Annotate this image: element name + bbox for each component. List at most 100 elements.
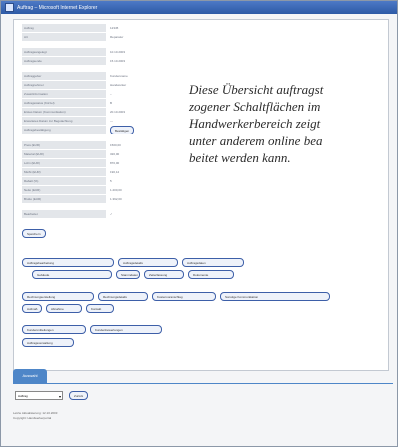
button-row-6: Auftragsverwaltung xyxy=(22,338,74,347)
browser-icon xyxy=(5,3,14,12)
field-label: Zusatzinformation xyxy=(22,90,106,98)
field-row: Auftragsangelegt 10.10.2003 xyxy=(22,48,172,56)
field-row: Lohn (EUR) 870,00 xyxy=(22,159,172,167)
confirm-button[interactable]: Bestätigen xyxy=(110,126,135,134)
button-row-2: Gebäude Stammdaten Zeiterfassung Dokumen… xyxy=(32,270,234,279)
field-row: Auftragsstatus (Kürzel) B xyxy=(22,99,172,107)
field-label: Rabatt (%) xyxy=(22,177,106,185)
field-label: Material (EUR) xyxy=(22,150,106,158)
action-button[interactable]: Gebäude xyxy=(32,270,112,279)
field-value: 320,00 xyxy=(110,152,120,156)
action-button[interactable]: Rechnungserstellung xyxy=(22,292,94,301)
field-label: Bearbeitet xyxy=(22,210,106,218)
title-bar: Auftrag – Microsoft Internet Explorer xyxy=(1,1,397,14)
caption-line: Handwerkerbereich zeigt xyxy=(189,116,321,131)
field-label: Auftraggeber xyxy=(22,72,106,80)
action-button[interactable]: Auftragsbearbeitung xyxy=(22,258,114,267)
field-row: Material (EUR) 320,00 xyxy=(22,150,172,158)
field-label: Auftrag xyxy=(22,24,106,32)
field-value: – xyxy=(110,92,112,96)
field-value: Reparatur xyxy=(110,35,124,39)
field-value: Bestätigen xyxy=(106,126,172,134)
field-label: Auftragsangelegt xyxy=(22,48,106,56)
field-row: Zusatzinformation – xyxy=(22,90,172,98)
description-caption: Diese Übersicht auftragst zogener Schalt… xyxy=(189,81,398,166)
caption-line: unter anderem online bea xyxy=(189,133,323,148)
field-value: 870,00 xyxy=(110,161,120,165)
type-select[interactable]: Auftrag ▾ xyxy=(15,391,63,400)
field-value: Handwerker xyxy=(110,83,127,87)
chevron-down-icon: ▾ xyxy=(58,394,61,399)
field-label: Netto (EUR) xyxy=(22,186,106,194)
order-overview-panel: Auftrag 12345 Art Reparatur Auftragsangele… xyxy=(13,19,389,371)
back-button[interactable]: Zurück xyxy=(69,391,89,400)
field-label: Preis (EUR) xyxy=(22,141,106,149)
field-row: Art Reparatur xyxy=(22,33,172,41)
field-label: Art xyxy=(22,33,106,41)
field-value: 15.10.2003 xyxy=(110,59,126,63)
tab-auswahl[interactable]: Auswahl xyxy=(13,369,47,383)
footer-text: Letzte Aktualisierung: 12.10.2003 Copyri… xyxy=(13,411,213,421)
select-value: Auftrag xyxy=(18,394,28,398)
action-button[interactable]: Auftragsverwaltung xyxy=(22,338,74,347)
field-value: 5 xyxy=(110,179,112,183)
field-label: Auftragnehmer xyxy=(22,81,106,89)
field-row: Auftragsende 15.10.2003 xyxy=(22,57,172,65)
button-row-1: Auftragsbearbeitung Auftragsdetails Auft… xyxy=(22,258,244,267)
field-label: MwSt (EUR) xyxy=(22,168,106,176)
action-button[interactable]: Auftragsdaten xyxy=(182,258,244,267)
field-row: Brutto (EUR) 1.392,00 xyxy=(22,195,172,203)
action-button[interactable]: Dokumente xyxy=(188,270,234,279)
action-button[interactable]: Stammdaten xyxy=(116,270,140,279)
caption-line: zogener Schaltflächen im xyxy=(189,99,321,114)
field-value: ✓ xyxy=(110,212,113,216)
field-value: 1.200,00 xyxy=(110,188,122,192)
field-row: Bearbeitet ✓ xyxy=(22,210,172,218)
field-row: Auftrag 12345 xyxy=(22,24,172,32)
field-value: Kundenname xyxy=(110,74,128,78)
field-row: MwSt (EUR) 190,12 xyxy=(22,168,172,176)
action-button[interactable]: Kundenmitteilungen xyxy=(22,325,86,334)
field-value: 190,12 xyxy=(110,170,120,174)
order-fields: Auftrag 12345 Art Reparatur Auftragsangele… xyxy=(22,24,172,243)
field-value: — xyxy=(110,119,113,123)
action-button[interactable]: Rechnungsdetails xyxy=(98,292,148,301)
action-button[interactable]: Kundenbewertungen xyxy=(90,325,162,334)
caption-line: Diese Übersicht auftragst xyxy=(189,82,324,97)
field-label: Auftragsstatus (Kürzel) xyxy=(22,99,106,107)
field-label: Brutto (EUR) xyxy=(22,195,106,203)
field-value: 1500,00 xyxy=(110,143,121,147)
caption-line: beitet werden kann. xyxy=(189,150,291,165)
field-row: Auftraggeber Kundenname xyxy=(22,72,172,80)
field-row: Auftragnehmer Handwerker xyxy=(22,81,172,89)
field-value: B xyxy=(110,101,113,105)
selection-panel: Auswahl Auftrag ▾ Zurück Letzte Aktualis… xyxy=(13,367,393,442)
field-row: Preis (EUR) 1500,00 xyxy=(22,141,172,149)
window-title: Auftrag – Microsoft Internet Explorer xyxy=(17,4,98,11)
field-label: Auftragsbestätigung xyxy=(22,126,106,134)
field-value: 1.392,00 xyxy=(110,197,122,201)
action-button[interactable]: Auftragsdetails xyxy=(118,258,178,267)
button-row-5: Kundenmitteilungen Kundenbewertungen xyxy=(22,325,162,334)
action-button[interactable]: Kontakt xyxy=(86,304,114,313)
field-row: Erstes Datum (Kommunikation) 20.10.2003 xyxy=(22,108,172,116)
action-button[interactable]: Kostenvoranschlag xyxy=(152,292,216,301)
action-button[interactable]: Aufmaß xyxy=(22,304,42,313)
action-button[interactable]: Abnahme xyxy=(46,304,82,313)
field-label: Erwartetes Datum zur Begutachtung xyxy=(22,117,106,125)
field-row: Netto (EUR) 1.200,00 xyxy=(22,186,172,194)
browser-window: Auftrag – Microsoft Internet Explorer Au… xyxy=(0,0,398,447)
field-value: 20.10.2003 xyxy=(110,110,126,114)
button-row-4: Aufmaß Abnahme Kontakt xyxy=(22,304,114,313)
field-value: 12345 xyxy=(110,26,119,30)
field-label: Lohn (EUR) xyxy=(22,159,106,167)
field-label: Erstes Datum (Kommunikation) xyxy=(22,108,106,116)
action-button[interactable]: Sonstige Kommunikation xyxy=(220,292,330,301)
field-value: 10.10.2003 xyxy=(110,50,126,54)
field-row: Erwartetes Datum zur Begutachtung — xyxy=(22,117,172,125)
field-label: Auftragsende xyxy=(22,57,106,65)
save-button[interactable]: Speichern xyxy=(22,229,46,238)
action-button[interactable]: Zeiterfassung xyxy=(144,270,184,279)
field-row: Auftragsbestätigung Bestätigen xyxy=(22,126,172,134)
field-row: Rabatt (%) 5 xyxy=(22,177,172,185)
